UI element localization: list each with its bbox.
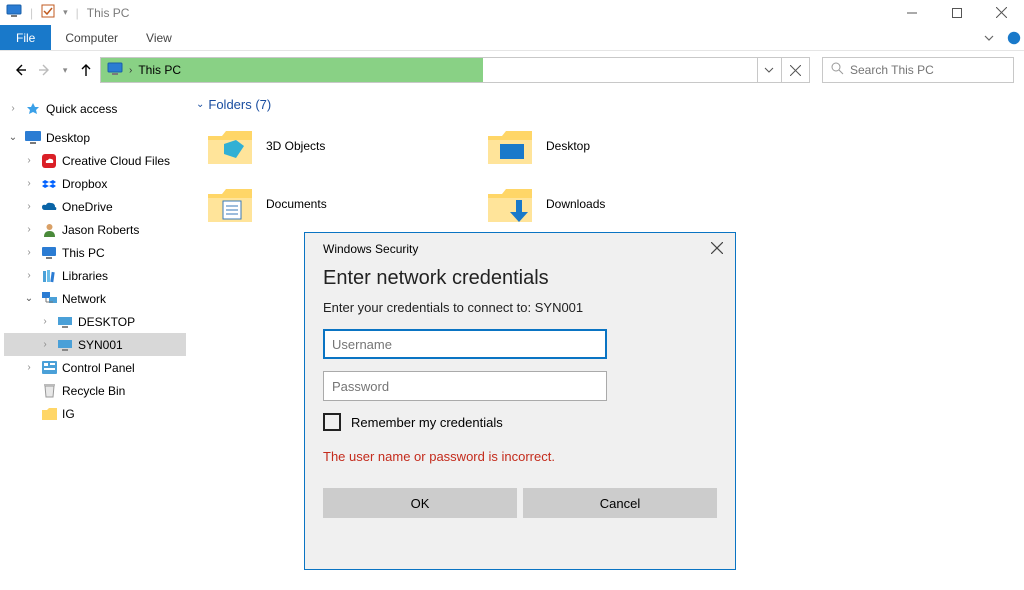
creative-cloud-icon xyxy=(40,154,58,168)
stop-refresh-button[interactable] xyxy=(781,58,809,82)
folder-documents[interactable]: Documents xyxy=(206,178,466,230)
tree-ig[interactable]: › IG xyxy=(4,402,186,425)
nav-tree[interactable]: › Quick access ⌄ Desktop › Creative Clou… xyxy=(0,89,190,590)
search-icon xyxy=(831,62,844,78)
folder-desktop[interactable]: Desktop xyxy=(486,120,746,172)
breadcrumb-chevron-icon[interactable]: › xyxy=(129,65,132,76)
folder-downloads[interactable]: Downloads xyxy=(486,178,746,230)
address-bar[interactable]: › This PC xyxy=(100,57,810,83)
star-icon xyxy=(24,102,42,116)
tree-quick-access[interactable]: › Quick access xyxy=(4,97,186,120)
folder-documents-icon xyxy=(206,182,254,226)
tree-item-libraries[interactable]: › Libraries xyxy=(4,264,186,287)
dialog-heading: Enter network credentials xyxy=(305,261,735,300)
titlebar: | ▾ | This PC xyxy=(0,0,1024,25)
breadcrumb-thispc[interactable]: This PC xyxy=(138,63,181,77)
folder-3d-objects[interactable]: 3D Objects xyxy=(206,120,466,172)
search-box[interactable] xyxy=(822,57,1014,83)
folders-section-header[interactable]: ⌄ Folders (7) xyxy=(196,97,1024,112)
chevron-down-icon: ⌄ xyxy=(196,99,204,110)
username-input[interactable] xyxy=(323,329,607,359)
thispc-monitor-icon xyxy=(6,4,22,21)
recycle-bin-icon xyxy=(40,383,58,398)
folder-3dobjects-icon xyxy=(206,124,254,168)
libraries-icon xyxy=(40,269,58,283)
remember-checkbox[interactable]: Remember my credentials xyxy=(323,413,717,431)
tab-computer[interactable]: Computer xyxy=(51,25,132,50)
tree-control-panel[interactable]: › Control Panel xyxy=(4,356,186,379)
dropbox-icon xyxy=(40,177,58,191)
folder-desktop-icon xyxy=(486,124,534,168)
thispc-icon xyxy=(40,246,58,259)
dialog-error: The user name or password is incorrect. xyxy=(323,449,717,464)
window-title: This PC xyxy=(87,6,130,20)
ribbon: File Computer View xyxy=(0,25,1024,51)
thispc-breadcrumb-icon xyxy=(107,62,123,78)
search-input[interactable] xyxy=(850,63,1005,77)
back-button[interactable] xyxy=(10,59,30,81)
navbar: ▾ › This PC xyxy=(0,51,1024,89)
qat-properties-icon[interactable] xyxy=(41,4,55,21)
checkbox-box xyxy=(323,413,341,431)
forward-button[interactable] xyxy=(34,59,54,81)
folder-icon xyxy=(40,408,58,420)
dialog-title: Windows Security xyxy=(323,242,418,256)
close-button[interactable] xyxy=(979,0,1024,25)
desktop-icon xyxy=(24,131,42,144)
tree-network-syn001[interactable]: › SYN001 xyxy=(4,333,186,356)
maximize-button[interactable] xyxy=(934,0,979,25)
minimize-button[interactable] xyxy=(889,0,934,25)
control-panel-icon xyxy=(40,361,58,374)
tree-recycle-bin[interactable]: › Recycle Bin xyxy=(4,379,186,402)
recent-dropdown-icon[interactable]: ▾ xyxy=(59,59,72,81)
qat-dropdown-icon[interactable]: ▾ xyxy=(63,7,68,18)
tree-item-thispc[interactable]: › This PC xyxy=(4,241,186,264)
computer-node-icon xyxy=(56,339,74,351)
tree-network-desktop[interactable]: › DESKTOP xyxy=(4,310,186,333)
ok-button[interactable]: OK xyxy=(323,488,517,518)
up-button[interactable] xyxy=(76,59,96,81)
folder-downloads-icon xyxy=(486,182,534,226)
computer-node-icon xyxy=(56,316,74,328)
credentials-dialog: Windows Security Enter network credentia… xyxy=(304,232,736,570)
user-icon xyxy=(40,223,58,237)
tree-item-creative-cloud[interactable]: › Creative Cloud Files xyxy=(4,149,186,172)
help-icon[interactable] xyxy=(1004,25,1024,50)
dialog-message: Enter your credentials to connect to: SY… xyxy=(323,300,717,315)
tab-file[interactable]: File xyxy=(0,25,51,50)
tree-item-onedrive[interactable]: › OneDrive xyxy=(4,195,186,218)
password-input[interactable] xyxy=(323,371,607,401)
tab-view[interactable]: View xyxy=(132,25,186,50)
onedrive-icon xyxy=(40,201,58,212)
tree-item-dropbox[interactable]: › Dropbox xyxy=(4,172,186,195)
network-icon xyxy=(40,292,58,305)
cancel-button[interactable]: Cancel xyxy=(523,488,717,518)
tree-network[interactable]: ⌄ Network xyxy=(4,287,186,310)
dialog-close-button[interactable] xyxy=(711,241,723,257)
address-dropdown[interactable] xyxy=(757,58,781,82)
ribbon-expand-icon[interactable] xyxy=(974,25,1004,50)
tree-item-user[interactable]: › Jason Roberts xyxy=(4,218,186,241)
tree-desktop[interactable]: ⌄ Desktop xyxy=(4,126,186,149)
